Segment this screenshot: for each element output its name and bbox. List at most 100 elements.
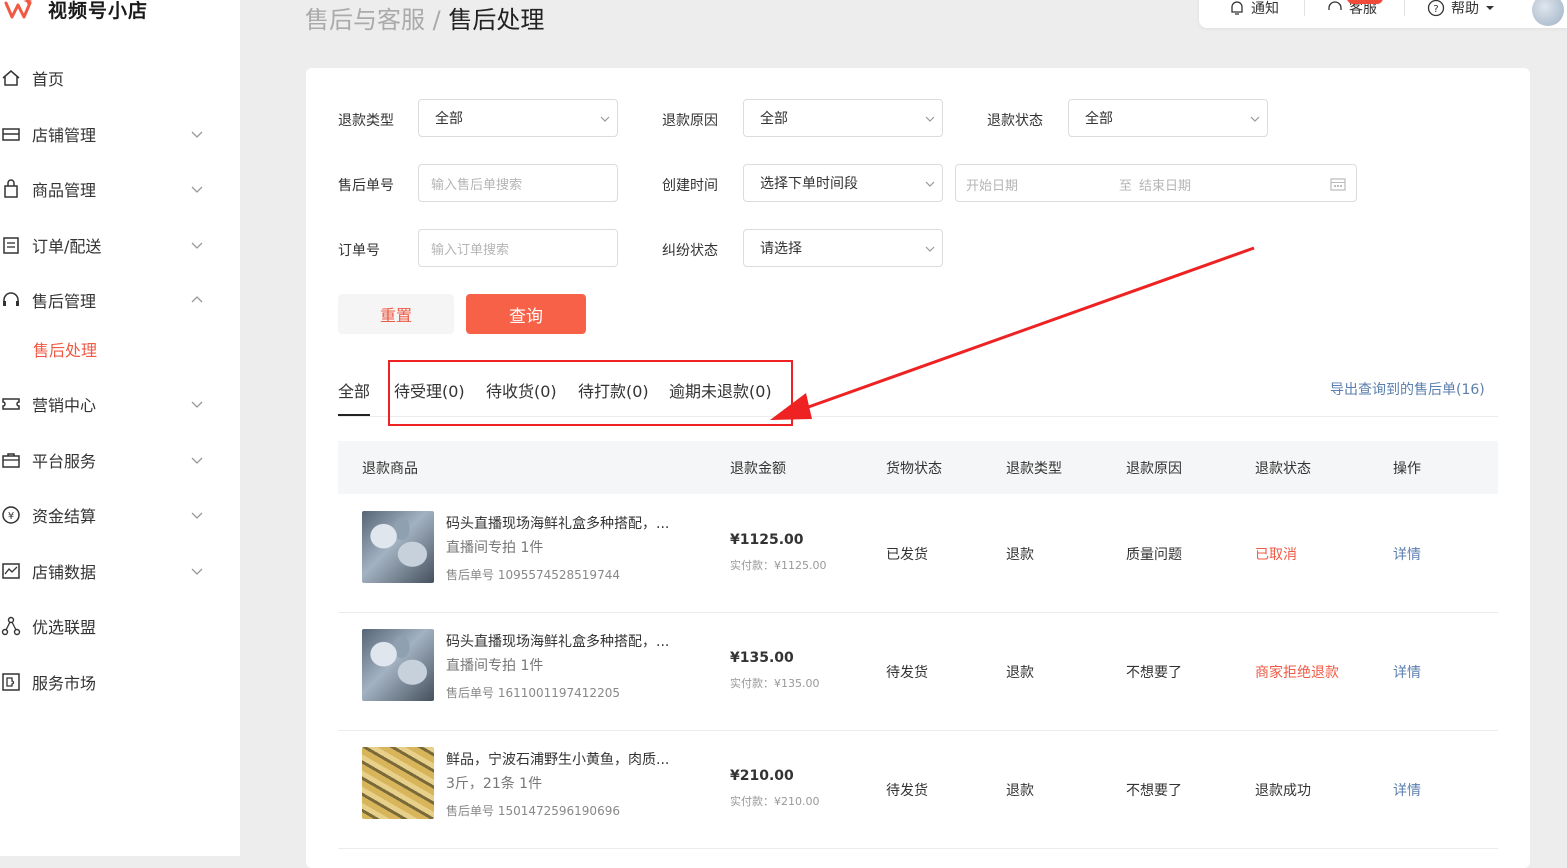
puzzle-icon: [0, 671, 22, 693]
refund-type: 退款: [1006, 547, 1034, 563]
sidebar-item-aftersale-processing[interactable]: 售后处理: [0, 334, 240, 364]
export-link[interactable]: 导出查询到的售后单(16): [1330, 379, 1485, 399]
column-header: 操作: [1393, 461, 1421, 477]
paid-amount: 实付款：¥1125.00: [730, 559, 827, 572]
top-bar: 通知 客服 ? 帮助: [1199, 0, 1567, 28]
goods-status: 已发货: [886, 547, 928, 563]
chevron-down-icon: [925, 116, 935, 122]
paid-amount: 实付款：¥135.00: [730, 677, 820, 690]
refund-reason-value: 全部: [760, 111, 788, 127]
refund-reason-select[interactable]: 全部: [743, 99, 943, 137]
dispute-status-value: 请选择: [760, 241, 802, 257]
dispute-status-select[interactable]: 请选择: [743, 229, 943, 267]
app-logo[interactable]: 视频号小店: [4, 0, 148, 24]
sidebar-item-label: 店铺管理: [32, 126, 97, 145]
refund-reason: 不想要了: [1126, 665, 1182, 681]
avatar[interactable]: [1532, 0, 1564, 26]
create-time-value: 选择下单时间段: [760, 176, 858, 192]
sidebar-item-home[interactable]: 首页: [0, 63, 240, 93]
product-spec: 直播间专拍 1件: [446, 540, 544, 556]
refund-type-label: 退款类型: [338, 113, 394, 129]
column-header: 货物状态: [886, 461, 942, 477]
refund-reason: 不想要了: [1126, 783, 1182, 799]
shopping-bag-icon: [0, 178, 22, 200]
chevron-down-icon: [600, 116, 610, 122]
refund-amount: ¥210.00: [730, 768, 794, 784]
breadcrumb-separator: /: [425, 6, 449, 34]
date-range-picker[interactable]: 开始日期 至 结束日期: [955, 164, 1357, 202]
refund-amount: ¥1125.00: [730, 532, 804, 548]
app-name: 视频号小店: [48, 0, 149, 22]
notification-button[interactable]: 通知: [1229, 0, 1279, 18]
chevron-down-icon: [925, 246, 935, 252]
tab-all[interactable]: 全部: [338, 378, 370, 402]
divider: [1404, 0, 1405, 16]
product-spec: 3斤，21条 1件: [446, 776, 543, 792]
chevron-down-icon: [191, 568, 203, 575]
sidebar-item-alliance[interactable]: 优选联盟: [0, 611, 240, 641]
refund-status-select[interactable]: 全部: [1068, 99, 1268, 137]
breadcrumb: 售后与客服 / 售后处理: [305, 0, 544, 35]
product-title[interactable]: 码头直播现场海鲜礼盒多种搭配，...: [446, 631, 669, 651]
sidebar-item-label: 营销中心: [32, 396, 97, 415]
sidebar-item-label: 商品管理: [32, 181, 97, 200]
column-header: 退款原因: [1126, 461, 1182, 477]
refund-type: 退款: [1006, 783, 1034, 799]
sidebar-item-products[interactable]: 商品管理: [0, 174, 240, 204]
refund-amount: ¥135.00: [730, 650, 794, 666]
column-header: 退款商品: [362, 461, 418, 477]
detail-link[interactable]: 详情: [1393, 544, 1421, 564]
product-thumbnail[interactable]: [362, 629, 434, 701]
sidebar-item-marketing[interactable]: 营销中心: [0, 389, 240, 419]
aftersale-no-input[interactable]: 输入售后单搜索: [418, 164, 618, 202]
product-thumbnail[interactable]: [362, 511, 434, 583]
app-logo-icon: [4, 0, 33, 19]
sidebar-item-label: 订单/配送: [32, 237, 102, 256]
sidebar-item-aftersales[interactable]: 售后管理: [0, 285, 240, 315]
refund-status-value: 全部: [1085, 111, 1113, 127]
bell-icon: [1231, 1, 1243, 15]
sidebar-item-store-data[interactable]: 店铺数据: [0, 556, 240, 586]
breadcrumb-parent[interactable]: 售后与客服: [305, 6, 425, 34]
svg-text:?: ?: [1433, 4, 1438, 15]
sidebar-item-label: 首页: [32, 70, 65, 89]
divider: [1304, 0, 1305, 16]
chart-icon: [0, 560, 22, 582]
order-no-label: 订单号: [338, 243, 380, 259]
refund-type-value: 全部: [435, 111, 463, 127]
caret-down-icon: [1486, 6, 1494, 10]
search-button[interactable]: 查询: [466, 294, 586, 334]
refund-status: 已取消: [1255, 547, 1297, 563]
chevron-down-icon: [925, 181, 935, 187]
sidebar-item-store[interactable]: 店铺管理: [0, 119, 240, 149]
paid-amount: 实付款：¥210.00: [730, 795, 820, 808]
refund-type-select[interactable]: 全部: [418, 99, 618, 137]
create-time-select[interactable]: 选择下单时间段: [743, 164, 943, 202]
chevron-down-icon: [1250, 116, 1260, 122]
chevron-down-icon: [191, 131, 203, 138]
detail-link[interactable]: 详情: [1393, 780, 1421, 800]
order-no-input[interactable]: 输入订单搜索: [418, 229, 618, 267]
product-title[interactable]: 码头直播现场海鲜礼盒多种搭配，...: [446, 513, 669, 533]
sidebar-item-orders[interactable]: 订单/配送: [0, 230, 240, 260]
refund-type: 退款: [1006, 665, 1034, 681]
table-row: 码头直播现场海鲜礼盒多种搭配，... 直播间专拍 1件 售后单号 1095574…: [338, 494, 1498, 613]
sidebar-item-settlement[interactable]: ¥ 资金结算: [0, 500, 240, 530]
reset-button[interactable]: 重置: [338, 294, 454, 334]
detail-link[interactable]: 详情: [1393, 662, 1421, 682]
dispute-status-label: 纠纷状态: [662, 243, 718, 259]
table-row: 码头直播现场海鲜礼盒多种搭配，... 直播间专拍 1件 售后单号 1611001…: [338, 612, 1498, 731]
product-thumbnail[interactable]: [362, 747, 434, 819]
sidebar-item-label: 售后管理: [32, 292, 97, 311]
refund-reason-label: 退款原因: [662, 113, 718, 129]
product-title[interactable]: 鲜品，宁波石浦野生小黄鱼，肉质...: [446, 749, 669, 769]
column-header: 退款金额: [730, 461, 786, 477]
headset-icon: [0, 289, 22, 311]
sidebar-item-service-market[interactable]: 服务市场: [0, 667, 240, 697]
goods-status: 待发货: [886, 783, 928, 799]
briefcase-icon: [0, 449, 22, 471]
help-icon: ?: [1427, 0, 1445, 17]
sidebar-item-platform-services[interactable]: 平台服务: [0, 445, 240, 475]
unread-badge: [1347, 0, 1383, 4]
help-button[interactable]: ? 帮助: [1427, 0, 1495, 18]
